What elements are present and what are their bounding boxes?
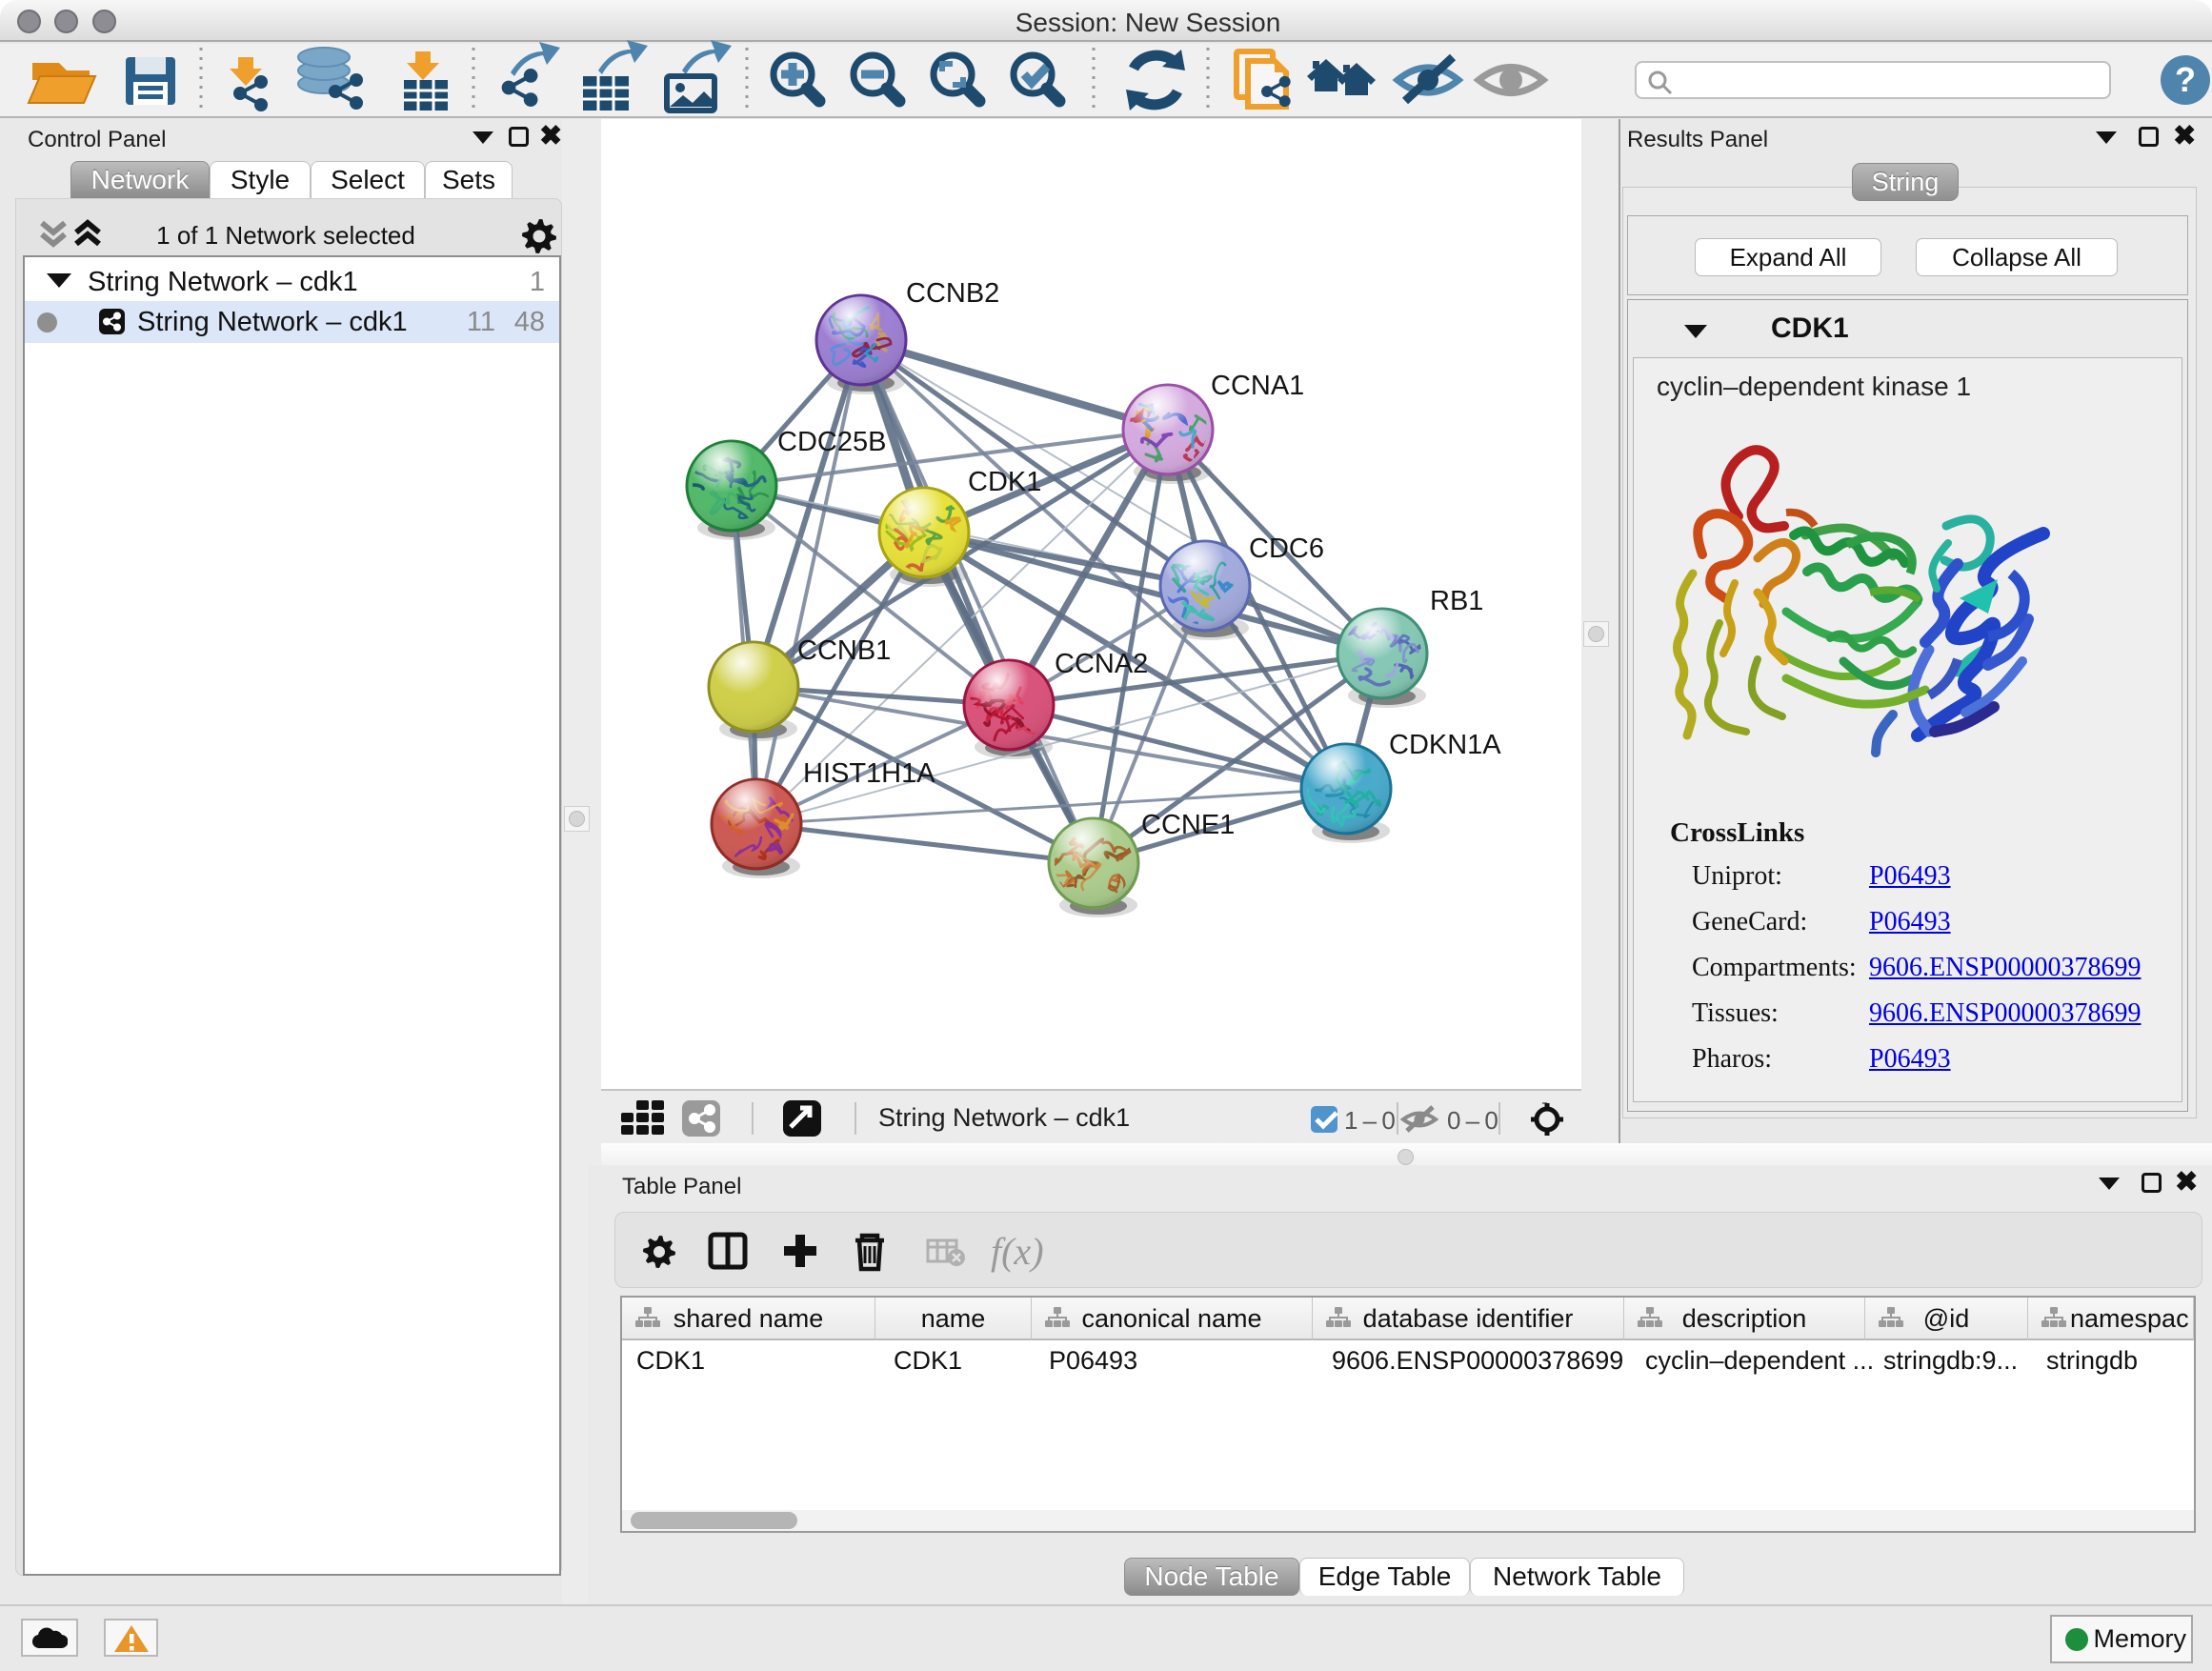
svg-text:CCNE1: CCNE1	[1141, 810, 1235, 840]
svg-text:CDK1: CDK1	[968, 467, 1041, 497]
svg-text:CDC25B: CDC25B	[777, 427, 886, 457]
svg-text:HIST1H1A: HIST1H1A	[803, 758, 935, 789]
svg-text:CCNA1: CCNA1	[1211, 371, 1304, 401]
svg-text:CCNA2: CCNA2	[1055, 649, 1148, 679]
svg-text:RB1: RB1	[1430, 586, 1483, 616]
svg-text:CDKN1A: CDKN1A	[1389, 730, 1501, 760]
svg-text:CCNB1: CCNB1	[797, 635, 891, 666]
svg-text:CCNB2: CCNB2	[906, 278, 999, 309]
svg-text:CDC6: CDC6	[1249, 534, 1324, 564]
